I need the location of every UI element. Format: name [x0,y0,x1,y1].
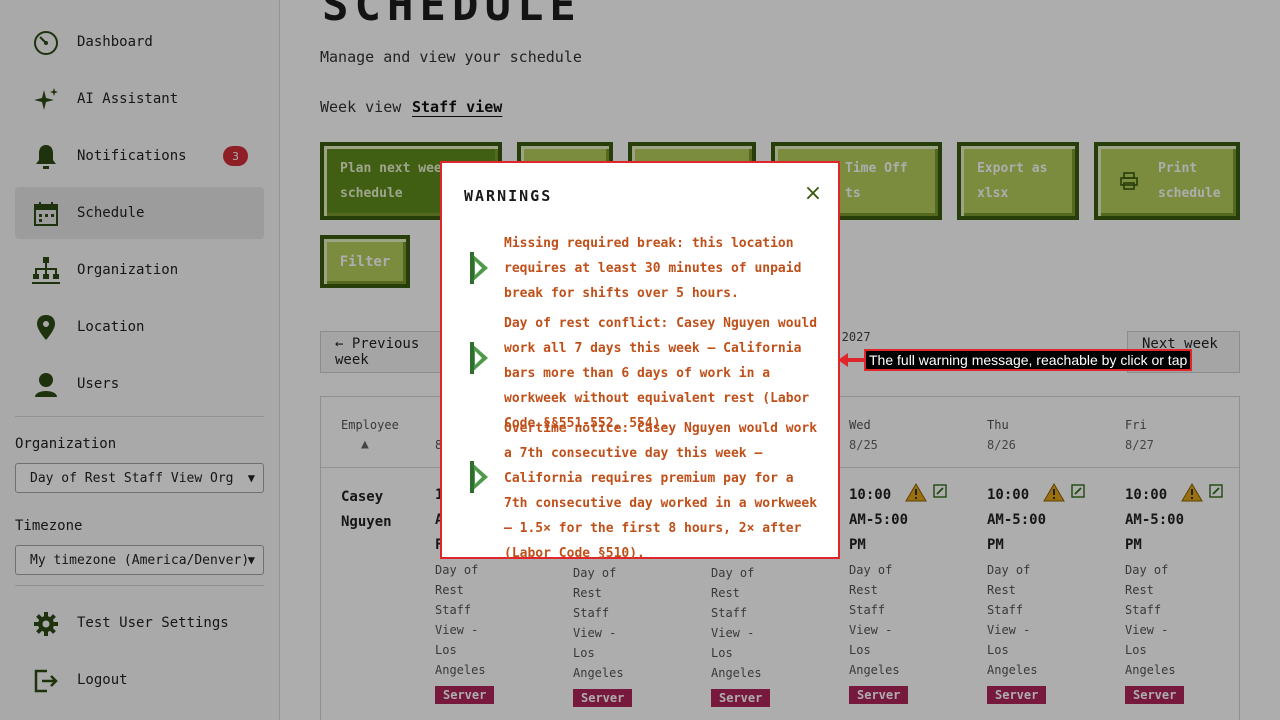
play-arrow-icon [468,251,490,289]
annotation-callout: The full warning message, reachable by c… [864,349,1193,371]
warning-text: Missing required break: this location re… [504,236,802,301]
close-button[interactable]: × [802,183,824,205]
dialog-title: WARNINGS [464,187,553,205]
callout-arrow-icon [838,353,866,367]
play-arrow-icon [468,460,490,498]
play-arrow-icon [468,341,490,379]
warnings-dialog: WARNINGS × Missing required break: this … [440,161,840,561]
warning-text: Overtime notice: Casey Nguyen would work… [504,421,818,561]
